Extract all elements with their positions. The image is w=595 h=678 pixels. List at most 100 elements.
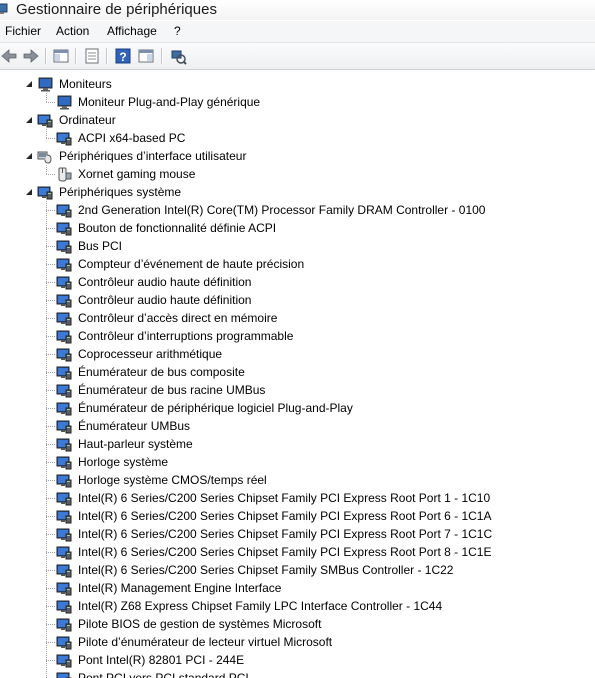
menu-fichier[interactable]: Fichier — [5, 21, 41, 42]
svg-text:?: ? — [119, 50, 126, 64]
tree-device-label: Énumérateur de bus racine UMBus — [78, 383, 266, 397]
tree-device-label: Moniteur Plug-and-Play générique — [78, 95, 261, 109]
system-device-icon — [37, 186, 53, 200]
tree-device-label: Bouton de fonctionnalité définie ACPI — [78, 221, 277, 235]
menu-action[interactable]: Action — [56, 21, 89, 42]
tree-connector — [46, 264, 55, 265]
tree-device-item[interactable]: Intel(R) 6 Series/C200 Series Chipset Fa… — [0, 507, 595, 525]
tree-device-item[interactable]: Horloge système — [0, 453, 595, 471]
tree-device-label: Horloge système CMOS/temps réel — [78, 473, 267, 487]
tree-device-label: Contrôleur audio haute définition — [78, 293, 252, 307]
tree-device-label: Intel(R) 6 Series/C200 Series Chipset Fa… — [78, 563, 454, 577]
collapse-arrow-icon[interactable] — [25, 152, 33, 160]
tree-device-item[interactable]: Intel(R) 6 Series/C200 Series Chipset Fa… — [0, 543, 595, 561]
system-device-icon — [56, 600, 72, 614]
tree-connector — [46, 372, 55, 373]
tree-device-item[interactable]: Contrôleur d’interruptions programmable — [0, 327, 595, 345]
collapse-arrow-icon[interactable] — [25, 80, 33, 88]
help-icon[interactable]: ? — [114, 47, 132, 65]
properties-icon[interactable] — [83, 47, 101, 65]
tree-device-item[interactable]: 2nd Generation Intel(R) Core(TM) Process… — [0, 201, 595, 219]
system-device-icon — [56, 654, 72, 668]
system-device-icon — [56, 348, 72, 362]
tree-device-item[interactable]: Énumérateur de bus composite — [0, 363, 595, 381]
tree-device-item[interactable]: ACPI x64-based PC — [0, 129, 595, 147]
show-hide-console-tree-icon[interactable] — [52, 47, 70, 65]
monitor-icon — [38, 77, 53, 92]
tree-category-label: Moniteurs — [59, 77, 112, 91]
mouse-icon — [58, 167, 72, 182]
tree-device-item[interactable]: Coprocesseur arithmétique — [0, 345, 595, 363]
tree-connector — [46, 93, 47, 102]
tree-device-label: Intel(R) 6 Series/C200 Series Chipset Fa… — [78, 491, 491, 505]
tree-device-item[interactable]: Horloge système CMOS/temps réel — [0, 471, 595, 489]
tree-device-label: Contrôleur d’accès direct en mémoire — [78, 311, 278, 325]
tree-connector — [46, 462, 55, 463]
tree-connector — [46, 480, 55, 481]
collapse-arrow-icon[interactable] — [25, 116, 33, 124]
tree-device-item[interactable]: Intel(R) 6 Series/C200 Series Chipset Fa… — [0, 561, 595, 579]
tree-device-item[interactable]: Bus PCI — [0, 237, 595, 255]
monitor-icon — [57, 95, 72, 110]
tree-device-label: Énumérateur de bus composite — [78, 365, 245, 379]
tree-device-item[interactable]: Contrôleur audio haute définition — [0, 291, 595, 309]
tree-device-item[interactable]: Xornet gaming mouse — [0, 165, 595, 183]
tree-device-item[interactable]: Pilote d’énumérateur de lecteur virtuel … — [0, 633, 595, 651]
title-bar: Gestionnaire de périphériques — [0, 0, 595, 20]
system-device-icon — [56, 582, 72, 596]
tree-connector — [46, 408, 55, 409]
menu-help[interactable]: ? — [174, 21, 181, 42]
system-device-icon — [56, 204, 72, 218]
hid-icon — [37, 151, 52, 164]
tree-device-item[interactable]: Pont PCI vers PCI standard PCI — [0, 669, 595, 678]
system-device-icon — [56, 564, 72, 578]
tree-device-item[interactable]: Énumérateur de bus racine UMBus — [0, 381, 595, 399]
tree-connector — [46, 102, 55, 103]
tree-connector — [46, 624, 55, 625]
forward-button-icon[interactable] — [22, 47, 40, 65]
tree-device-item[interactable]: Énumérateur de périphérique logiciel Plu… — [0, 399, 595, 417]
tree-category[interactable]: Périphériques d’interface utilisateur — [0, 147, 595, 165]
system-device-icon — [56, 438, 72, 452]
tree-connector — [46, 354, 55, 355]
tree-device-item[interactable]: Bouton de fonctionnalité définie ACPI — [0, 219, 595, 237]
tree-device-item[interactable]: Contrôleur audio haute définition — [0, 273, 595, 291]
device-tree: Moniteurs Moniteur Plug-and-Play génériqu… — [0, 70, 595, 678]
tree-device-item[interactable]: Compteur d’événement de haute précision — [0, 255, 595, 273]
action-pane-icon[interactable] — [137, 47, 155, 65]
tree-device-label: Bus PCI — [78, 239, 123, 253]
tree-device-label: Pont PCI vers PCI standard PCI — [78, 671, 249, 678]
tree-connector — [46, 642, 55, 643]
tree-device-item[interactable]: Pont Intel(R) 82801 PCI - 244E — [0, 651, 595, 669]
tree-connector — [46, 588, 55, 589]
back-button-icon[interactable] — [0, 47, 18, 65]
tree-connector — [46, 300, 55, 301]
tree-device-item[interactable]: Intel(R) Management Engine Interface — [0, 579, 595, 597]
tree-device-label: Pont Intel(R) 82801 PCI - 244E — [78, 653, 245, 667]
tree-device-item[interactable]: Haut-parleur système — [0, 435, 595, 453]
scan-hardware-changes-icon[interactable] — [169, 47, 187, 65]
tree-device-item[interactable]: Intel(R) 6 Series/C200 Series Chipset Fa… — [0, 489, 595, 507]
system-device-icon — [56, 276, 72, 290]
tree-category[interactable]: Périphériques système — [0, 183, 595, 201]
tree-device-item[interactable]: Intel(R) Z68 Express Chipset Family LPC … — [0, 597, 595, 615]
collapse-arrow-icon[interactable] — [25, 188, 33, 196]
tree-category[interactable]: Ordinateur — [0, 111, 595, 129]
tree-device-item[interactable]: Moniteur Plug-and-Play générique — [0, 93, 595, 111]
tree-device-item[interactable]: Intel(R) 6 Series/C200 Series Chipset Fa… — [0, 525, 595, 543]
system-device-icon — [56, 366, 72, 380]
tree-device-label: 2nd Generation Intel(R) Core(TM) Process… — [78, 203, 486, 217]
menu-affichage[interactable]: Affichage — [107, 21, 157, 42]
tree-category[interactable]: Moniteurs — [0, 75, 595, 93]
tree-device-label: Contrôleur d’interruptions programmable — [78, 329, 294, 343]
tree-connector — [46, 282, 55, 283]
tree-connector — [46, 210, 55, 211]
tree-connector — [46, 201, 47, 678]
tree-device-item[interactable]: Contrôleur d’accès direct en mémoire — [0, 309, 595, 327]
tree-device-item[interactable]: Énumérateur UMBus — [0, 417, 595, 435]
system-device-icon — [56, 132, 72, 146]
tree-connector — [46, 660, 55, 661]
tree-device-item[interactable]: Pilote BIOS de gestion de systèmes Micro… — [0, 615, 595, 633]
system-device-icon — [56, 528, 72, 542]
tree-device-label: Contrôleur audio haute définition — [78, 275, 252, 289]
